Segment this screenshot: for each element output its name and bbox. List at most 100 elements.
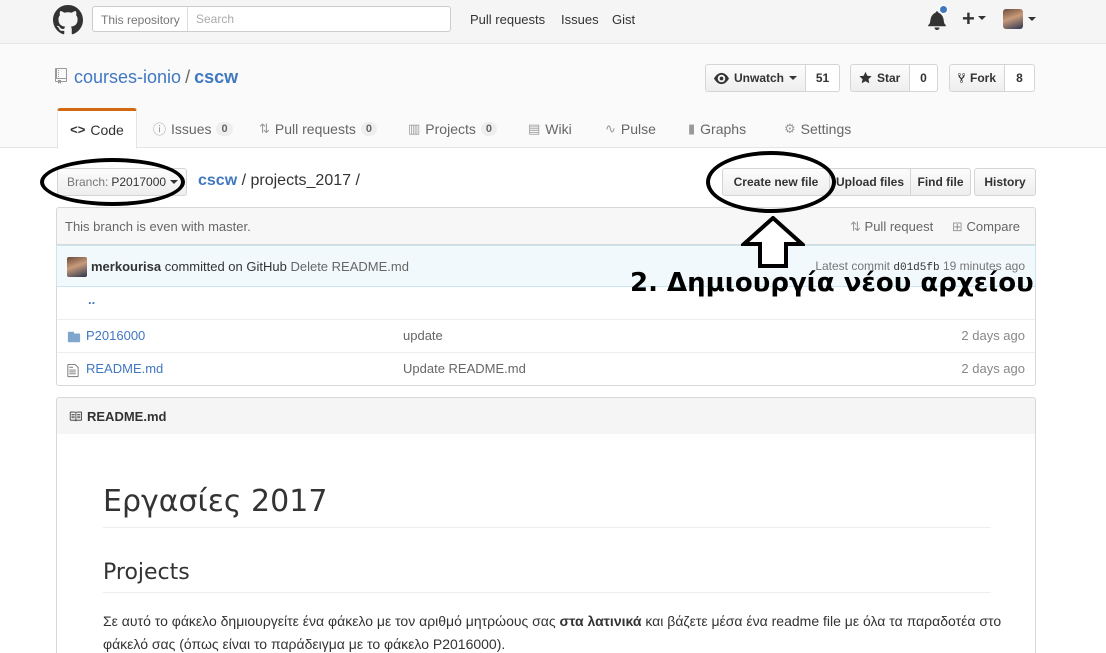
tab-code-label: Code bbox=[90, 121, 124, 138]
breadcrumb-root-link[interactable]: cscw bbox=[198, 172, 237, 189]
breadcrumb-current: projects_2017 bbox=[250, 172, 352, 189]
watch-count[interactable]: 51 bbox=[806, 64, 840, 92]
tab-pulse-label: Pulse bbox=[620, 120, 656, 137]
chevron-down-icon bbox=[789, 76, 797, 80]
diff-icon: ⊞ bbox=[952, 219, 963, 234]
file-name-link[interactable]: P2016000 bbox=[86, 328, 145, 343]
folder-icon bbox=[67, 331, 81, 343]
tab-graphs[interactable]: ▮ Graphs bbox=[688, 109, 746, 148]
project-icon: ▥ bbox=[408, 120, 421, 136]
search-box: This repository bbox=[92, 6, 451, 32]
tab-issues-label: Issues bbox=[171, 120, 212, 137]
repo-name-link[interactable]: cscw bbox=[194, 67, 238, 87]
tab-pull-requests-count: 0 bbox=[360, 121, 377, 136]
parent-dir-link[interactable]: .. bbox=[88, 292, 95, 307]
commit-summary: merkourisa committed on GitHub Delete RE… bbox=[91, 259, 409, 274]
search-scope-label[interactable]: This repository bbox=[93, 7, 188, 31]
file-age: 2 days ago bbox=[961, 328, 1025, 343]
file-age: 2 days ago bbox=[961, 361, 1025, 376]
site-header: This repository Pull requests Issues Gis… bbox=[0, 0, 1106, 44]
chevron-down-icon bbox=[977, 16, 986, 21]
tab-settings[interactable]: ⚙ Settings bbox=[784, 109, 851, 148]
file-commit-message[interactable]: update bbox=[403, 328, 443, 343]
graph-icon: ▮ bbox=[688, 120, 696, 136]
star-label: Star bbox=[877, 71, 901, 85]
pull-request-icon: ⇅ bbox=[259, 120, 270, 136]
file-commit-message[interactable]: Update README.md bbox=[403, 361, 526, 376]
tab-projects-count: 0 bbox=[480, 121, 497, 136]
arrow-up-icon bbox=[741, 216, 805, 268]
breadcrumb-separator: / bbox=[241, 172, 247, 189]
breadcrumb: cscw / projects_2017 / bbox=[198, 172, 360, 190]
branch-info-bar: This branch is even with master. ⇅ Pull … bbox=[56, 207, 1036, 245]
tab-wiki[interactable]: ▤ Wiki bbox=[528, 109, 572, 148]
gear-icon: ⚙ bbox=[784, 120, 796, 136]
unwatch-label: Unwatch bbox=[733, 71, 784, 85]
repo-icon bbox=[55, 68, 67, 84]
table-row: P2016000 update 2 days ago bbox=[57, 319, 1035, 352]
file-list: .. P2016000 update 2 days ago README.md … bbox=[56, 286, 1036, 386]
tab-code[interactable]: <> Code bbox=[57, 108, 137, 149]
table-row: README.md Update README.md 2 days ago bbox=[57, 352, 1035, 385]
tab-settings-label: Settings bbox=[800, 120, 852, 137]
find-file-button[interactable]: Find file bbox=[911, 168, 971, 196]
unwatch-button[interactable]: Unwatch bbox=[705, 64, 806, 92]
tab-projects-label: Projects bbox=[425, 120, 476, 137]
tab-pull-requests[interactable]: ⇅ Pull requests 0 bbox=[259, 109, 377, 148]
nav-issues[interactable]: Issues bbox=[561, 12, 599, 27]
readme-heading-2: Projects bbox=[103, 560, 991, 593]
star-icon bbox=[859, 71, 872, 84]
readme-paragraph-text: Σε αυτό το φάκελο δημιουργείτε ένα φάκελ… bbox=[103, 613, 560, 629]
star-button[interactable]: Star bbox=[850, 64, 910, 92]
pull-request-icon: ⇅ bbox=[850, 219, 861, 234]
tab-pulse[interactable]: ∿ Pulse bbox=[605, 109, 656, 148]
avatar[interactable] bbox=[1003, 9, 1023, 29]
compare-link[interactable]: ⊞ Compare bbox=[952, 219, 1020, 235]
book-icon bbox=[69, 411, 82, 422]
commit-author-link[interactable]: merkourisa bbox=[91, 259, 161, 274]
tab-graphs-label: Graphs bbox=[700, 120, 747, 137]
nav-gist[interactable]: Gist bbox=[612, 12, 635, 27]
tab-issues-count: 0 bbox=[216, 121, 233, 136]
repo-header: courses-ionio / cscw Unwatch 51 Star 0 For… bbox=[0, 44, 1106, 149]
nav-pull-requests[interactable]: Pull requests bbox=[470, 12, 545, 27]
upload-files-button[interactable]: Upload files bbox=[830, 168, 911, 196]
fork-button[interactable]: Fork bbox=[949, 64, 1005, 92]
readme-content: Εργασίες 2017 Projects Σε αυτό το φάκελο… bbox=[56, 434, 1036, 653]
code-icon: <> bbox=[70, 122, 86, 137]
fork-label: Fork bbox=[969, 71, 996, 85]
issue-icon: ⓘ bbox=[153, 122, 167, 137]
fork-count[interactable]: 8 bbox=[1005, 64, 1035, 92]
file-name-link[interactable]: README.md bbox=[86, 361, 163, 376]
tab-wiki-label: Wiki bbox=[545, 120, 572, 137]
compare-label: Compare bbox=[966, 219, 1020, 234]
pulse-icon: ∿ bbox=[605, 120, 616, 136]
create-new-menu[interactable]: + bbox=[962, 6, 986, 32]
readme-paragraph: Σε αυτό το φάκελο δημιουργείτε ένα φάκελ… bbox=[103, 610, 1003, 653]
tab-pull-requests-label: Pull requests bbox=[274, 120, 356, 137]
commit-message-link[interactable]: Delete README.md bbox=[290, 259, 408, 274]
search-input[interactable] bbox=[188, 7, 450, 31]
star-count[interactable]: 0 bbox=[910, 64, 938, 92]
chevron-down-icon[interactable] bbox=[1028, 17, 1036, 21]
commit-author-avatar[interactable] bbox=[67, 257, 87, 277]
pull-request-label: Pull request bbox=[864, 219, 934, 234]
github-logo-icon[interactable] bbox=[53, 5, 83, 35]
fork-icon bbox=[958, 73, 965, 83]
create-file-highlight-ellipse bbox=[706, 151, 836, 213]
tab-projects[interactable]: ▥ Projects 0 bbox=[408, 109, 497, 148]
notification-indicator bbox=[939, 5, 948, 14]
readme-header: README.md bbox=[56, 397, 1036, 435]
pull-request-link[interactable]: ⇅ Pull request bbox=[850, 219, 933, 235]
readme-heading-1: Εργασίες 2017 bbox=[103, 484, 991, 528]
book-icon: ▤ bbox=[528, 120, 541, 136]
commit-action: committed on GitHub bbox=[164, 259, 287, 274]
history-button[interactable]: History bbox=[974, 168, 1036, 196]
branch-status-message: This branch is even with master. bbox=[65, 219, 251, 234]
repo-title-separator: / bbox=[185, 67, 191, 87]
eye-icon bbox=[714, 72, 729, 84]
annotation-label: 2. Δημιουργία νέου αρχείου bbox=[630, 268, 1034, 298]
tab-issues[interactable]: ⓘ Issues 0 bbox=[153, 109, 233, 148]
repo-owner-link[interactable]: courses-ionio bbox=[74, 67, 181, 87]
repo-title: courses-ionio / cscw bbox=[74, 67, 238, 88]
